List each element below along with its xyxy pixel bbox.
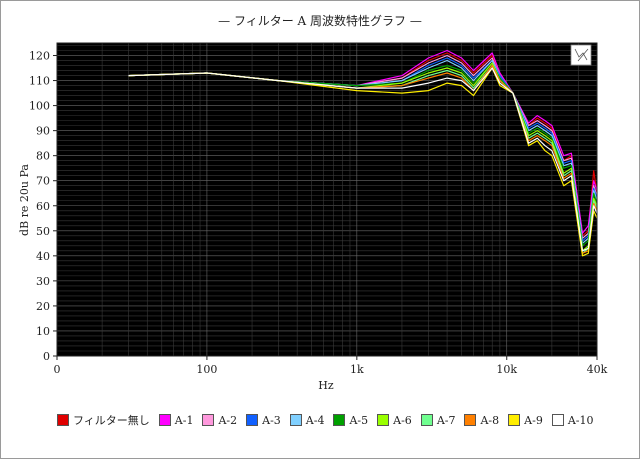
legend-item: A-8 — [464, 414, 499, 427]
y-tick-label: 50 — [36, 225, 50, 238]
legend-swatch — [246, 414, 259, 426]
legend-swatch — [289, 414, 302, 426]
legend-swatch — [158, 414, 171, 426]
y-tick-label: 120 — [29, 50, 50, 63]
legend-item: A-4 — [289, 413, 325, 427]
y-tick-label: 100 — [29, 100, 50, 113]
legend: フィルター無し A-1 A-2 A-3 A-4 A-5 A-6 A-7 A-8 A-9 A-10 — [57, 412, 603, 428]
y-tick-label: 40 — [36, 250, 50, 263]
legend-item: A-2 — [202, 414, 237, 427]
legend-label: A-5 — [349, 413, 369, 427]
x-tick-label: 10k — [496, 363, 517, 376]
corner-icon — [570, 44, 592, 66]
legend-item: A-6 — [377, 414, 412, 427]
y-tick-label: 90 — [36, 125, 50, 138]
legend-label: A-9 — [524, 413, 543, 427]
x-axis-label: Hz — [318, 379, 334, 392]
legend-swatch — [377, 414, 390, 426]
y-tick-label: 60 — [36, 200, 50, 213]
legend-item: A-7 — [420, 413, 456, 427]
legend-swatch — [333, 414, 346, 426]
x-tick-label: 1k — [350, 363, 364, 376]
y-tick-label: 0 — [43, 350, 50, 363]
legend-swatch — [551, 414, 564, 426]
legend-label: A-7 — [436, 413, 456, 427]
y-tick-label: 80 — [36, 150, 50, 163]
legend-swatch — [202, 414, 215, 426]
plot-area — [57, 43, 597, 356]
y-tick-label: 20 — [36, 300, 50, 313]
grid — [56, 43, 598, 357]
legend-swatch — [57, 414, 69, 426]
legend-item: A-9 — [508, 414, 543, 427]
legend-swatch — [464, 414, 477, 426]
legend-label: A-2 — [218, 413, 238, 427]
legend-item: A-5 — [333, 414, 368, 427]
y-axis-label: dB re 20u Pa — [18, 164, 31, 236]
legend-item: フィルター無し — [57, 412, 150, 428]
legend-swatch — [508, 414, 521, 426]
x-tick-label: 100 — [196, 363, 217, 376]
frequency-response-chart: 0 10 20 30 40 50 60 70 80 90 100 110 120 0 100 1k 10k 40k… — [18, 42, 608, 392]
y-tick-label: 30 — [36, 275, 50, 288]
x-tick-label: 40k — [587, 363, 608, 376]
legend-label: A-10 — [567, 413, 594, 427]
legend-item: A-10 — [551, 413, 594, 427]
x-tick-label: 0 — [54, 363, 61, 376]
legend-label: フィルター無し — [73, 414, 150, 427]
y-tick-label: 70 — [36, 175, 50, 188]
legend-label: A-8 — [480, 413, 500, 427]
legend-swatch — [420, 414, 433, 426]
legend-item: A-1 — [158, 413, 194, 427]
legend-label: A-3 — [262, 413, 281, 427]
legend-label: A-1 — [174, 413, 194, 427]
y-tick-label: 110 — [29, 75, 50, 88]
legend-label: A-4 — [305, 413, 325, 427]
y-tick-label: 10 — [36, 325, 50, 338]
legend-item: A-3 — [246, 414, 281, 427]
legend-label: A-6 — [393, 413, 412, 427]
